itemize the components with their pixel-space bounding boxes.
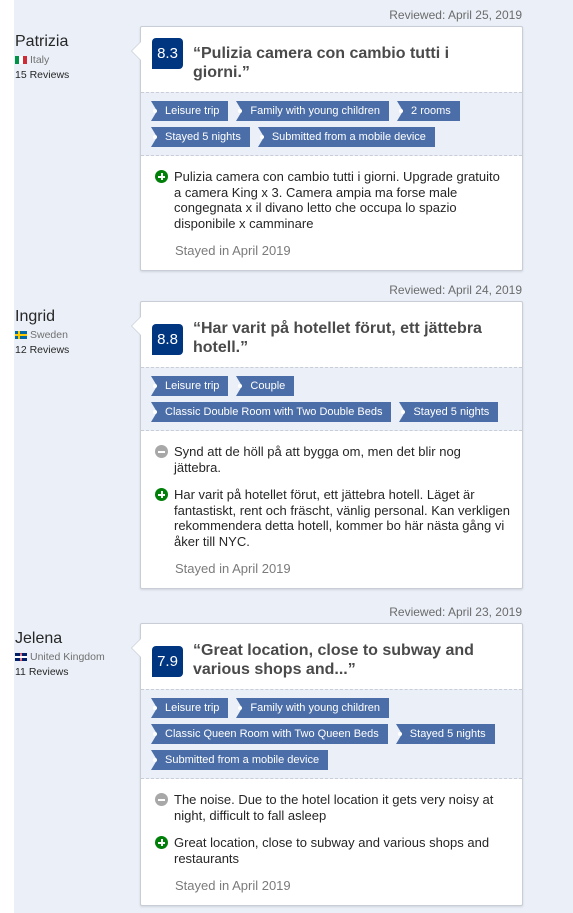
review-tags: Leisure trip Couple Classic Double Room … [141,367,522,431]
review-date: Reviewed: April 25, 2019 [389,8,522,22]
positive-comment: Great location, close to subway and vari… [155,835,510,866]
plus-circle-icon [155,170,168,183]
reviewer-name[interactable]: Ingrid [15,308,69,326]
review-header: 7.9 “Great location, close to subway and… [141,624,522,689]
review-date: Reviewed: April 24, 2019 [389,283,522,297]
reviewer-country: United Kingdom [15,651,105,663]
sweden-flag-icon [15,331,27,339]
tag-mobile-device: Submitted from a mobile device [257,127,435,147]
review-title[interactable]: “Har varit på hotellet förut, ett jätteb… [193,313,510,357]
review-card: 7.9 “Great location, close to subway and… [131,623,523,906]
review-title[interactable]: “Great location, close to subway and var… [193,635,510,679]
plus-circle-icon [155,836,168,849]
stay-date: Stayed in April 2019 [175,878,291,893]
plus-circle-icon [155,488,168,501]
tag-couple: Couple [236,376,295,396]
positive-comment: Har varit på hotellet förut, ett jättebr… [155,487,510,549]
review-date: Reviewed: April 23, 2019 [389,605,522,619]
review-body: The noise. Due to the hotel location it … [141,779,522,905]
tag-leisure-trip: Leisure trip [151,376,229,396]
reviewer-review-count[interactable]: 15 Reviews [15,69,69,81]
country-name: Sweden [30,329,68,341]
stay-date: Stayed in April 2019 [175,561,291,576]
reviewer-country: Italy [15,54,69,66]
negative-text: The noise. Due to the hotel location it … [174,792,494,823]
left-edge [0,0,14,913]
negative-comment: The noise. Due to the hotel location it … [155,792,510,823]
review-title[interactable]: “Pulizia camera con cambio tutti i giorn… [193,38,510,82]
review-score-badge: 8.8 [152,324,183,355]
reviewer-country: Sweden [15,329,69,341]
review-body: Synd att de höll på att bygga om, men de… [141,431,522,588]
tag-leisure-trip: Leisure trip [151,698,229,718]
tag-stayed-nights: Stayed 5 nights [399,402,499,422]
review-tags: Leisure trip Family with young children … [141,689,522,779]
tag-room-type: Classic Queen Room with Two Queen Beds [151,724,388,744]
reviewer-review-count[interactable]: 11 Reviews [15,666,105,678]
reviewer-name[interactable]: Patrizia [15,33,69,51]
tag-family-young-children: Family with young children [236,698,390,718]
positive-comment: Pulizia camera con cambio tutti i giorni… [155,169,510,231]
italy-flag-icon [15,56,27,64]
review-card: 8.8 “Har varit på hotellet förut, ett jä… [131,301,523,589]
review-tags: Leisure trip Family with young children … [141,92,522,156]
review-header: 8.8 “Har varit på hotellet förut, ett jä… [141,302,522,367]
reviewer-info: Jelena United Kingdom 11 Reviews [15,630,105,678]
tag-mobile-device: Submitted from a mobile device [151,750,329,770]
tag-stayed-nights: Stayed 5 nights [395,724,495,744]
reviewer-info: Patrizia Italy 15 Reviews [15,33,69,81]
country-name: Italy [30,54,50,66]
stay-date: Stayed in April 2019 [175,243,291,258]
minus-circle-icon [155,793,168,806]
reviewer-review-count[interactable]: 12 Reviews [15,344,69,356]
review-header: 8.3 “Pulizia camera con cambio tutti i g… [141,27,522,92]
review-score-badge: 8.3 [152,38,183,69]
positive-text: Great location, close to subway and vari… [174,835,490,866]
positive-text: Har varit på hotellet förut, ett jättebr… [174,487,511,549]
reviewer-info: Ingrid Sweden 12 Reviews [15,308,69,356]
tag-room-type: Classic Double Room with Two Double Beds [151,402,392,422]
minus-circle-icon [155,445,168,458]
review-score-badge: 7.9 [152,646,183,677]
uk-flag-icon [15,653,27,661]
tag-rooms: 2 rooms [397,101,460,121]
tag-stayed-nights: Stayed 5 nights [151,127,250,147]
country-name: United Kingdom [30,651,105,663]
positive-text: Pulizia camera con cambio tutti i giorni… [174,169,500,231]
reviewer-name[interactable]: Jelena [15,630,105,648]
tag-leisure-trip: Leisure trip [151,101,229,121]
negative-comment: Synd att de höll på att bygga om, men de… [155,444,510,475]
review-body: Pulizia camera con cambio tutti i giorni… [141,156,522,270]
negative-text: Synd att de höll på att bygga om, men de… [174,444,461,475]
review-card: 8.3 “Pulizia camera con cambio tutti i g… [131,26,523,271]
tag-family-young-children: Family with young children [236,101,390,121]
